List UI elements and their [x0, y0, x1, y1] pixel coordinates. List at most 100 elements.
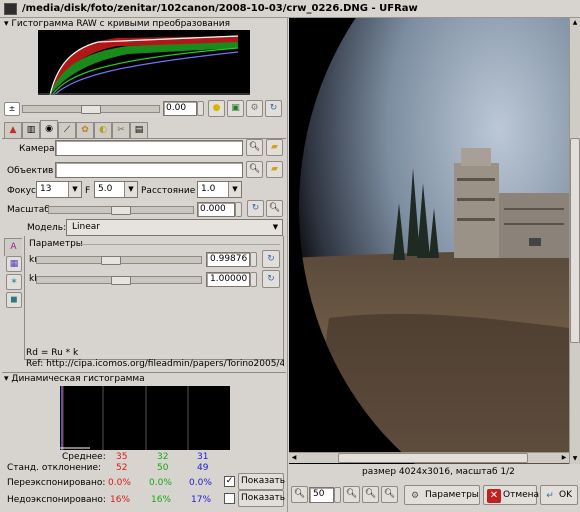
preview-image — [289, 18, 569, 464]
tab-crop[interactable]: ✂ — [112, 122, 130, 138]
raw-histogram-expander[interactable]: ▾ Гистограмма RAW с кривыми преобразован… — [4, 19, 230, 29]
focus-combo[interactable]: 13 ▼ — [36, 181, 82, 198]
restore-details-button[interactable]: ▣ — [227, 100, 244, 117]
camera-input[interactable] — [55, 140, 243, 156]
aperture-label: F — [85, 186, 91, 196]
chevron-down-icon: ▼ — [124, 182, 137, 197]
subtab-geometry[interactable]: ◼ — [6, 292, 22, 308]
notebook-tabs: ▲ ▥ ◉ ⟋ ✿ ◐ ✂ ▤ — [4, 120, 154, 138]
camera-search-button[interactable]: 🔍︎ — [246, 139, 263, 156]
kb-spin[interactable] — [250, 272, 257, 287]
raw-histogram — [38, 30, 250, 95]
kb-slider-thumb[interactable] — [111, 276, 131, 285]
kr-reset-button[interactable]: ↻ — [262, 250, 280, 268]
scale-input[interactable]: 0.000 — [197, 202, 235, 217]
scroll-down-icon[interactable]: ▼ — [570, 454, 580, 464]
reset-exposure-button[interactable]: ↻ — [265, 100, 282, 117]
scale-slider[interactable] — [48, 206, 194, 215]
scale-reset-button[interactable]: ↻ — [247, 200, 264, 217]
zoom-spin[interactable] — [334, 487, 341, 503]
std-red: 52 — [116, 463, 128, 473]
mean-red: 35 — [116, 452, 128, 462]
show-overexposed-checkbox[interactable]: ✓ — [224, 476, 235, 487]
scale-slider-thumb[interactable] — [111, 206, 131, 215]
auto-exposure-button[interactable]: ● — [208, 100, 225, 117]
aperture-combo[interactable]: 5.0 ▼ — [94, 181, 138, 198]
title-bar: /media/disk/foto/zenitar/102canon/2008-1… — [0, 0, 580, 18]
tab-curves[interactable]: ⟋ — [58, 122, 76, 138]
model-combo[interactable]: Linear ▼ — [66, 219, 283, 236]
live-histogram-expander[interactable]: ▾ Динамическая гистограмма — [4, 374, 145, 384]
vertical-scrollbar[interactable]: ▲ ▼ — [569, 18, 580, 464]
distance-combo[interactable]: 1.0 ▼ — [197, 181, 242, 198]
zoom-fit-button[interactable]: 🔍︎ — [362, 486, 379, 503]
lens-search-button[interactable]: 🔍︎ — [246, 161, 263, 178]
subtab-vignetting[interactable]: ✶ — [6, 274, 22, 290]
settings-icon: ⚙ — [410, 490, 420, 501]
kb-input[interactable]: 1.00000 — [206, 272, 250, 287]
exposure-input[interactable]: 0.00 — [163, 101, 197, 116]
tab-raw[interactable]: ▲ — [4, 122, 22, 138]
model-label: Модель: — [27, 223, 67, 233]
std-green: 50 — [157, 463, 169, 473]
left-panel: ▾ Гистограмма RAW с кривыми преобразован… — [0, 18, 288, 512]
clip-highlights-button[interactable]: ⚙ — [246, 100, 263, 117]
zoom-100-button[interactable]: 🔍︎ — [381, 486, 398, 503]
exposure-icon: ± — [4, 102, 20, 116]
lens-input[interactable] — [55, 162, 243, 178]
camera-label: Камера — [19, 144, 55, 154]
scroll-right-icon[interactable]: ▶ — [559, 453, 569, 463]
scroll-left-icon[interactable]: ◀ — [289, 453, 299, 463]
vertical-scroll-thumb[interactable] — [570, 138, 580, 343]
tab-divider — [2, 138, 286, 139]
kb-slider[interactable] — [36, 276, 202, 285]
ok-arrow-icon: ↵ — [546, 490, 554, 501]
lens-folder-button[interactable]: ▰ — [266, 161, 283, 178]
overexposed-label: Переэкспонировано: — [7, 478, 106, 488]
distance-label: Расстояние — [141, 186, 196, 196]
zoom-out-button[interactable]: 🔍︎ — [291, 486, 308, 503]
scale-spin[interactable] — [235, 202, 242, 217]
camera-folder-button[interactable]: ▰ — [266, 139, 283, 156]
lens-label: Объектив — [7, 166, 54, 176]
expander-arrow-icon: ▾ — [4, 19, 9, 29]
tab-white-balance[interactable]: ▥ — [22, 122, 40, 138]
ok-button[interactable]: ↵ OK — [540, 485, 578, 505]
mean-green: 32 — [157, 452, 169, 462]
scale-label: Масштаб — [7, 205, 50, 215]
exposure-slider-thumb[interactable] — [81, 105, 101, 114]
chevron-down-icon: ▼ — [228, 182, 241, 197]
show-underexposed-button[interactable]: Показать — [238, 490, 285, 507]
preview-area — [289, 18, 569, 464]
kr-slider-thumb[interactable] — [101, 256, 121, 265]
kr-slider[interactable] — [36, 256, 202, 265]
subtab-distortion[interactable]: A — [4, 238, 22, 256]
zoom-input[interactable]: 50 — [309, 487, 334, 503]
app-icon — [4, 3, 17, 15]
zoom-in-button[interactable]: 🔍︎ — [343, 486, 360, 503]
subtab-tca[interactable]: ▦ — [6, 256, 22, 272]
cancel-button[interactable]: ✕ Отмена — [483, 485, 539, 505]
kr-spin[interactable] — [250, 252, 257, 267]
live-histogram — [60, 386, 230, 450]
kr-input[interactable]: 0.99876 — [206, 252, 250, 267]
focus-label: Фокус — [7, 186, 36, 196]
kb-reset-button[interactable]: ↻ — [262, 270, 280, 288]
under-red: 16% — [110, 495, 131, 505]
tab-corrections[interactable]: ◐ — [94, 122, 112, 138]
tab-exif[interactable]: ▤ — [130, 122, 148, 138]
exposure-spin[interactable] — [197, 101, 204, 116]
show-overexposed-button[interactable]: Показать — [238, 473, 285, 490]
scale-auto-button[interactable]: 🔍︎ — [266, 200, 283, 217]
show-underexposed-checkbox[interactable] — [224, 493, 235, 504]
tab-lens[interactable]: ◉ — [40, 120, 58, 138]
params-divider — [80, 244, 280, 245]
expander-arrow-icon: ▾ — [4, 374, 9, 384]
scroll-up-icon[interactable]: ▲ — [570, 18, 580, 28]
parameters-button[interactable]: ⚙ Параметры — [404, 485, 480, 505]
tab-color[interactable]: ✿ — [76, 122, 94, 138]
exposure-slider[interactable] — [22, 105, 160, 114]
horizontal-scrollbar[interactable]: ◀ ▶ — [289, 452, 569, 463]
std-label: Станд. отклонение: — [7, 463, 102, 473]
horizontal-scroll-thumb[interactable] — [338, 453, 528, 463]
